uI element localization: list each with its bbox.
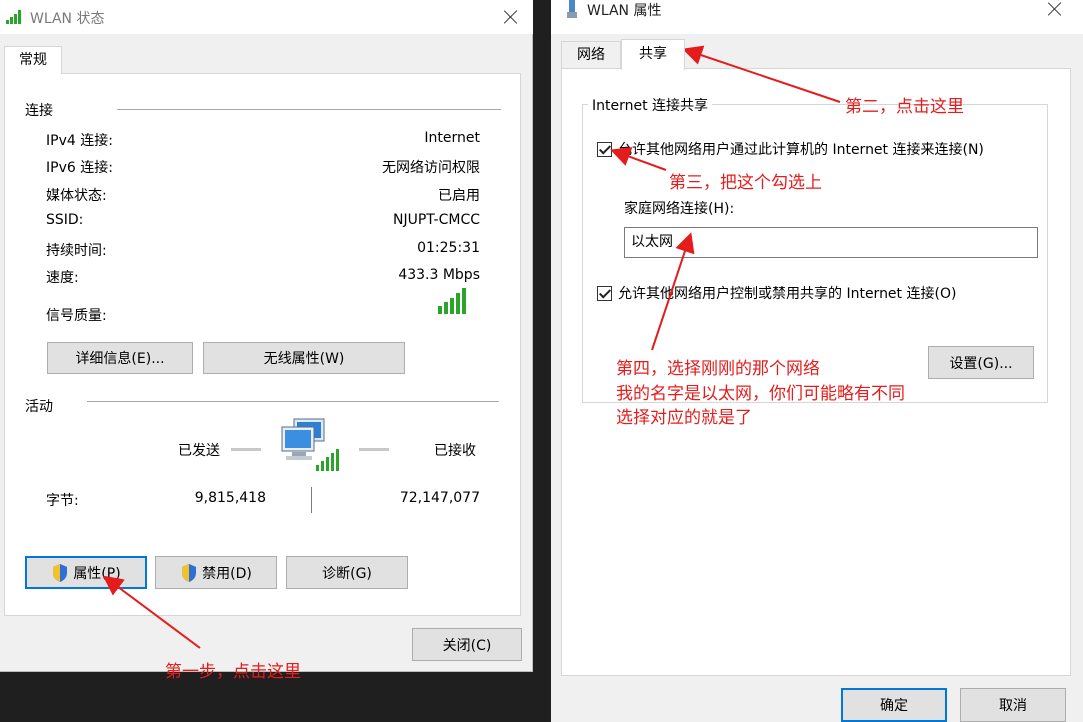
allow-connect-checkbox[interactable] — [597, 142, 612, 157]
received-line — [359, 448, 389, 451]
duration-value: 01:25:31 — [417, 240, 480, 256]
duration-label: 持续时间: — [46, 243, 107, 259]
settings-button[interactable]: 设置(G)... — [928, 346, 1034, 379]
wireless-properties-button[interactable]: 无线属性(W) — [203, 342, 405, 374]
annotation-step4-line2: 我的名字是以太网，你们可能略有不同 — [616, 384, 905, 404]
ipv4-label: IPv4 连接: — [46, 133, 113, 149]
allow-control-label: 允许其他网络用户控制或禁用共享的 Internet 连接(O) — [618, 286, 957, 302]
ssid-value: NJUPT-CMCC — [392, 212, 480, 228]
wlan-status-window: WLAN 状态 常规 连接 IPv4 连接: Internet IPv6 连接:… — [0, 0, 533, 672]
sent-label: 已发送 — [178, 443, 220, 459]
annotation-step3: 第三，把这个勾选上 — [669, 173, 822, 193]
ok-button[interactable]: 确定 — [841, 688, 947, 722]
cancel-button[interactable]: 取消 — [960, 688, 1066, 722]
close-button[interactable]: 关闭(C) — [412, 628, 522, 661]
ssid-label: SSID: — [46, 212, 84, 228]
annotation-step4-line3: 选择对应的就是了 — [616, 408, 752, 428]
details-button[interactable]: 详细信息(E)... — [47, 342, 193, 374]
ipv6-label: IPv6 连接: — [46, 160, 113, 176]
props-close-icon[interactable] — [1047, 1, 1063, 17]
connection-divider — [117, 109, 501, 110]
uac-shield-icon — [53, 563, 68, 582]
bytes-divider — [311, 487, 312, 513]
home-network-field[interactable]: 以太网 — [624, 227, 1038, 258]
received-label: 已接收 — [434, 443, 476, 459]
props-titlebar: WLAN 属性 — [551, 0, 1083, 34]
tab-sharing[interactable]: 共享 — [621, 39, 685, 70]
connection-heading: 连接 — [25, 103, 53, 119]
activity-divider — [87, 401, 499, 402]
ipv6-value: 无网络访问权限 — [382, 160, 480, 176]
media-state-label: 媒体状态: — [46, 188, 107, 204]
media-state-value: 已启用 — [438, 188, 480, 204]
bytes-sent-value: 9,815,418 — [194, 490, 266, 506]
allow-control-checkbox[interactable] — [597, 286, 612, 301]
network-adapter-icon — [567, 0, 577, 18]
speed-label: 速度: — [46, 270, 79, 286]
bytes-received-value: 72,147,077 — [399, 490, 480, 506]
disable-button-label: 禁用(D) — [202, 565, 252, 582]
properties-button-label: 属性(P) — [73, 565, 121, 582]
annotation-step2: 第二，点击这里 — [845, 97, 964, 117]
home-network-label: 家庭网络连接(H): — [624, 201, 735, 217]
status-close-icon[interactable] — [503, 9, 519, 25]
annotation-step1: 第一步，点击这里 — [165, 662, 301, 682]
tab-network[interactable]: 网络 — [561, 41, 621, 69]
ics-group-title: Internet 连接共享 — [588, 95, 713, 115]
annotation-step4-line1: 第四，选择刚刚的那个网络 — [616, 359, 820, 379]
wifi-signal-icon — [6, 10, 21, 24]
uac-shield-icon — [182, 563, 197, 582]
properties-button[interactable]: 属性(P) — [25, 556, 147, 589]
sent-line — [231, 448, 261, 451]
activity-heading: 活动 — [25, 399, 53, 415]
status-window-title: WLAN 状态 — [30, 11, 105, 27]
network-computers-icon — [281, 418, 339, 471]
signal-quality-icon — [438, 288, 466, 314]
disable-button[interactable]: 禁用(D) — [155, 556, 277, 589]
props-window-title: WLAN 属性 — [587, 3, 662, 19]
bytes-label: 字节: — [46, 493, 79, 509]
diagnose-button[interactable]: 诊断(G) — [286, 556, 408, 589]
signal-quality-label: 信号质量: — [46, 308, 107, 324]
speed-value: 433.3 Mbps — [398, 267, 480, 283]
status-panel: 连接 IPv4 连接: Internet IPv6 连接: 无网络访问权限 媒体… — [4, 73, 521, 616]
status-titlebar: WLAN 状态 — [0, 0, 533, 34]
tab-general[interactable]: 常规 — [4, 46, 62, 74]
ipv4-value: Internet — [424, 130, 480, 146]
allow-connect-label: 允许其他网络用户通过此计算机的 Internet 连接来连接(N) — [618, 142, 984, 158]
